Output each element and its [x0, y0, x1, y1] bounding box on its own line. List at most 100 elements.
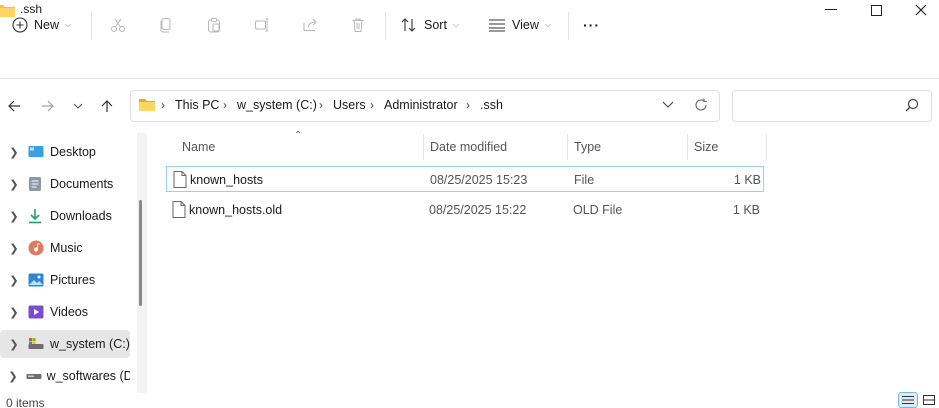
copy-icon[interactable]: [156, 15, 176, 35]
column-divider[interactable]: [423, 134, 424, 160]
paste-icon[interactable]: [204, 15, 224, 35]
divider: [0, 78, 939, 79]
sidebar-item-label: w_softwares (D:: [46, 369, 130, 383]
chevron-right-icon[interactable]: ❯: [0, 274, 28, 287]
file-name: known_hosts.old: [189, 203, 283, 217]
back-button[interactable]: [4, 96, 24, 116]
sidebar-item-label: Downloads: [50, 209, 112, 223]
cut-icon[interactable]: [108, 15, 128, 35]
delete-icon[interactable]: [348, 15, 368, 35]
divider: [568, 12, 569, 40]
sidebar-item-label: w_system (C:): [50, 337, 130, 351]
chevron-right-icon[interactable]: ❯: [0, 242, 28, 255]
refresh-icon[interactable]: [693, 97, 709, 113]
sidebar-item-videos[interactable]: ❯ Videos: [0, 298, 130, 326]
drive-icon: [26, 369, 46, 383]
item-count: 0 items: [6, 396, 45, 408]
tiles-view-icon: [923, 395, 935, 405]
arrow-up-icon: [100, 99, 114, 113]
command-bar: [0, 28, 939, 78]
videos-icon: [28, 305, 50, 319]
view-button[interactable]: View ⌵: [488, 12, 551, 38]
chevron-right-icon[interactable]: ❯: [0, 306, 28, 319]
chevron-right-icon: ›: [161, 98, 165, 112]
download-icon: [28, 208, 50, 224]
file-row[interactable]: known_hosts 08/25/2025 15:23 File 1 KB: [166, 166, 764, 192]
file-name: known_hosts: [190, 173, 263, 187]
plus-icon: [12, 17, 28, 33]
chevron-down-icon: ⌵: [544, 20, 551, 29]
tiles-view-button[interactable]: [919, 392, 939, 408]
view-icon: [488, 18, 506, 32]
pictures-icon: [28, 273, 50, 287]
sidebar-item-label: Documents: [50, 177, 114, 191]
divider: [385, 12, 386, 40]
breadcrumb-this-pc[interactable]: This PC: [175, 98, 219, 112]
documents-icon: [28, 176, 50, 192]
file-size: 1 KB: [732, 203, 760, 217]
rename-icon[interactable]: [252, 15, 272, 35]
more-icon: ···: [583, 17, 600, 33]
file-size: 1 KB: [733, 173, 761, 187]
file-date: 08/25/2025 15:22: [429, 203, 527, 217]
view-label: View: [512, 18, 539, 32]
sidebar-item-pictures[interactable]: ❯ Pictures: [0, 266, 130, 294]
column-divider[interactable]: [567, 134, 568, 160]
title-bar: [0, 0, 939, 24]
desktop-icon: [28, 145, 50, 159]
file-icon: [172, 201, 186, 218]
folder-icon: [138, 97, 156, 112]
column-header-size[interactable]: Size: [694, 140, 718, 154]
sort-ascending-icon: ⌃: [294, 130, 303, 141]
drive-icon: [28, 337, 50, 351]
chevron-right-icon: ›: [223, 98, 227, 112]
sidebar-item-w-system[interactable]: ❯ w_system (C:): [0, 330, 130, 358]
chevron-right-icon[interactable]: ❯: [0, 370, 26, 383]
file-date: 08/25/2025 15:23: [430, 173, 528, 187]
recent-locations-button[interactable]: [68, 96, 88, 116]
column-header-date[interactable]: Date modified: [430, 140, 507, 154]
new-button[interactable]: New ⌵: [12, 12, 71, 38]
details-view-button[interactable]: [898, 392, 918, 408]
sidebar-item-w-softwares[interactable]: ❯ w_softwares (D:: [0, 362, 130, 390]
chevron-down-icon: ⌵: [452, 20, 460, 29]
breadcrumb-administrator[interactable]: Administrator: [384, 98, 458, 112]
sidebar-item-desktop[interactable]: ❯ Desktop: [0, 138, 130, 166]
sidebar-item-downloads[interactable]: ❯ Downloads: [0, 202, 130, 230]
breadcrumb-w-system[interactable]: w_system (C:): [237, 98, 317, 112]
column-header-type[interactable]: Type: [574, 140, 601, 154]
sort-icon: [400, 17, 418, 33]
minimize-button[interactable]: [808, 0, 854, 20]
chevron-right-icon[interactable]: ❯: [0, 178, 28, 191]
sort-button[interactable]: Sort ⌵: [400, 12, 459, 38]
sidebar-item-music[interactable]: ❯ Music: [0, 234, 130, 262]
more-options-button[interactable]: ···: [583, 12, 600, 38]
sidebar-item-label: Music: [50, 241, 83, 255]
chevron-right-icon[interactable]: ❯: [0, 146, 28, 159]
scrollbar-thumb[interactable]: [139, 200, 142, 306]
chevron-right-icon[interactable]: ❯: [0, 338, 28, 351]
sidebar-item-label: Videos: [50, 305, 88, 319]
column-divider[interactable]: [766, 134, 767, 160]
file-row[interactable]: known_hosts.old 08/25/2025 15:22 OLD Fil…: [166, 197, 764, 223]
arrow-right-icon: [41, 99, 55, 113]
search-field[interactable]: [741, 97, 901, 115]
chevron-down-icon[interactable]: [662, 101, 674, 109]
sidebar-item-label: Desktop: [50, 145, 96, 159]
share-icon[interactable]: [300, 15, 320, 35]
file-type: OLD File: [573, 203, 623, 217]
chevron-right-icon: ›: [370, 98, 374, 112]
breadcrumb-ssh[interactable]: .ssh: [480, 98, 503, 112]
forward-button[interactable]: [38, 96, 58, 116]
breadcrumb-users[interactable]: Users: [333, 98, 366, 112]
close-button[interactable]: [898, 0, 939, 20]
chevron-right-icon[interactable]: ❯: [0, 210, 28, 223]
up-button[interactable]: [97, 96, 117, 116]
column-divider[interactable]: [687, 134, 688, 160]
maximize-button[interactable]: [853, 0, 899, 20]
music-icon: [28, 240, 50, 256]
column-header-name[interactable]: Name: [182, 140, 215, 154]
chevron-right-icon: ›: [319, 98, 323, 112]
search-input[interactable]: [732, 90, 932, 122]
sidebar-item-documents[interactable]: ❯ Documents: [0, 170, 130, 198]
